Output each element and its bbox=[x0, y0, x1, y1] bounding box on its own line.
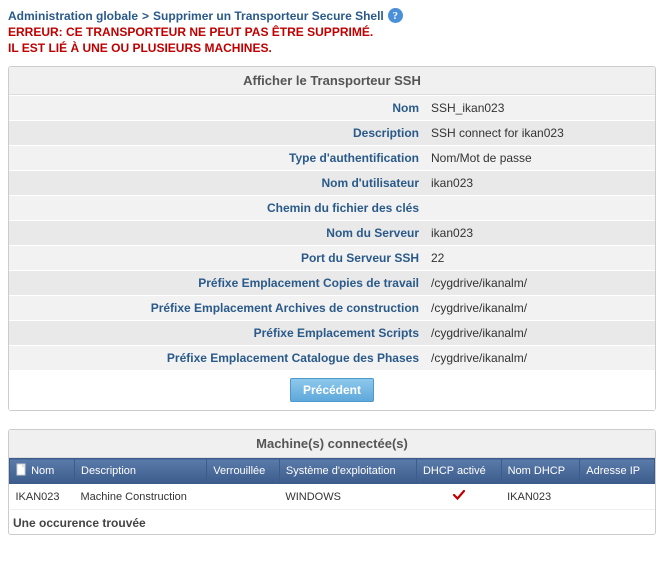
field-label: Chemin du fichier des clés bbox=[9, 196, 427, 220]
breadcrumb-section[interactable]: Administration globale bbox=[8, 9, 138, 23]
breadcrumb-sep: > bbox=[142, 9, 149, 23]
machines-panel-title: Machine(s) connectée(s) bbox=[9, 430, 655, 458]
field-value: Nom/Mot de passe bbox=[427, 146, 655, 170]
field-row: DescriptionSSH connect for ikan023 bbox=[9, 120, 655, 145]
table-row[interactable]: IKAN023Machine ConstructionWINDOWSIKAN02… bbox=[10, 484, 655, 510]
field-value: /cygdrive/ikanalm/ bbox=[427, 321, 655, 345]
transporter-panel: Afficher le Transporteur SSH NomSSH_ikan… bbox=[8, 66, 656, 411]
help-icon[interactable]: ? bbox=[388, 8, 403, 23]
table-cell: Machine Construction bbox=[75, 484, 207, 510]
transporter-panel-title: Afficher le Transporteur SSH bbox=[9, 67, 655, 95]
check-icon bbox=[416, 484, 501, 510]
field-value: /cygdrive/ikanalm/ bbox=[427, 346, 655, 370]
field-row: NomSSH_ikan023 bbox=[9, 95, 655, 120]
field-label: Type d'authentification bbox=[9, 146, 427, 170]
error-line2: IL EST LIÉ À UNE OU PLUSIEURS MACHINES. bbox=[8, 41, 656, 57]
field-label: Port du Serveur SSH bbox=[9, 246, 427, 270]
field-row: Préfixe Emplacement Copies de travail/cy… bbox=[9, 270, 655, 295]
field-label: Préfixe Emplacement Archives de construc… bbox=[9, 296, 427, 320]
col-ip[interactable]: Adresse IP bbox=[580, 459, 655, 484]
field-value: /cygdrive/ikanalm/ bbox=[427, 296, 655, 320]
error-line1: ERREUR: CE TRANSPORTEUR NE PEUT PAS ÊTRE… bbox=[8, 25, 656, 41]
col-name[interactable]: Nom bbox=[10, 459, 75, 484]
field-label: Description bbox=[9, 121, 427, 145]
field-row: Port du Serveur SSH22 bbox=[9, 245, 655, 270]
status-text: Une occurence trouvée bbox=[9, 510, 655, 534]
field-row: Préfixe Emplacement Archives de construc… bbox=[9, 295, 655, 320]
field-value: ikan023 bbox=[427, 221, 655, 245]
table-cell: IKAN023 bbox=[501, 484, 580, 510]
machines-table: Nom Description Verrouillée Système d'ex… bbox=[9, 458, 655, 510]
button-bar: Précédent bbox=[9, 370, 655, 410]
field-value bbox=[427, 196, 655, 220]
col-locked[interactable]: Verrouillée bbox=[207, 459, 280, 484]
col-dhcp[interactable]: DHCP activé bbox=[416, 459, 501, 484]
field-label: Nom bbox=[9, 96, 427, 120]
field-label: Nom d'utilisateur bbox=[9, 171, 427, 195]
machines-panel: Machine(s) connectée(s) Nom Description … bbox=[8, 429, 656, 535]
field-value: 22 bbox=[427, 246, 655, 270]
error-message: ERREUR: CE TRANSPORTEUR NE PEUT PAS ÊTRE… bbox=[8, 25, 656, 56]
table-cell bbox=[580, 484, 655, 510]
table-cell: IKAN023 bbox=[10, 484, 75, 510]
breadcrumb: Administration globale > Supprimer un Tr… bbox=[8, 8, 656, 23]
field-value: /cygdrive/ikanalm/ bbox=[427, 271, 655, 295]
col-dhcpname[interactable]: Nom DHCP bbox=[501, 459, 580, 484]
field-row: Chemin du fichier des clés bbox=[9, 195, 655, 220]
field-label: Préfixe Emplacement Copies de travail bbox=[9, 271, 427, 295]
file-icon bbox=[16, 463, 28, 479]
field-row: Préfixe Emplacement Scripts/cygdrive/ika… bbox=[9, 320, 655, 345]
table-cell: WINDOWS bbox=[279, 484, 416, 510]
field-row: Type d'authentificationNom/Mot de passe bbox=[9, 145, 655, 170]
table-cell bbox=[207, 484, 280, 510]
col-os[interactable]: Système d'exploitation bbox=[279, 459, 416, 484]
breadcrumb-page: Supprimer un Transporteur Secure Shell bbox=[153, 9, 384, 23]
field-row: Préfixe Emplacement Catalogue des Phases… bbox=[9, 345, 655, 370]
field-label: Préfixe Emplacement Scripts bbox=[9, 321, 427, 345]
field-value: SSH connect for ikan023 bbox=[427, 121, 655, 145]
field-value: ikan023 bbox=[427, 171, 655, 195]
col-desc[interactable]: Description bbox=[75, 459, 207, 484]
field-label: Préfixe Emplacement Catalogue des Phases bbox=[9, 346, 427, 370]
back-button[interactable]: Précédent bbox=[290, 378, 374, 402]
field-value: SSH_ikan023 bbox=[427, 96, 655, 120]
field-row: Nom d'utilisateurikan023 bbox=[9, 170, 655, 195]
field-row: Nom du Serveurikan023 bbox=[9, 220, 655, 245]
field-label: Nom du Serveur bbox=[9, 221, 427, 245]
